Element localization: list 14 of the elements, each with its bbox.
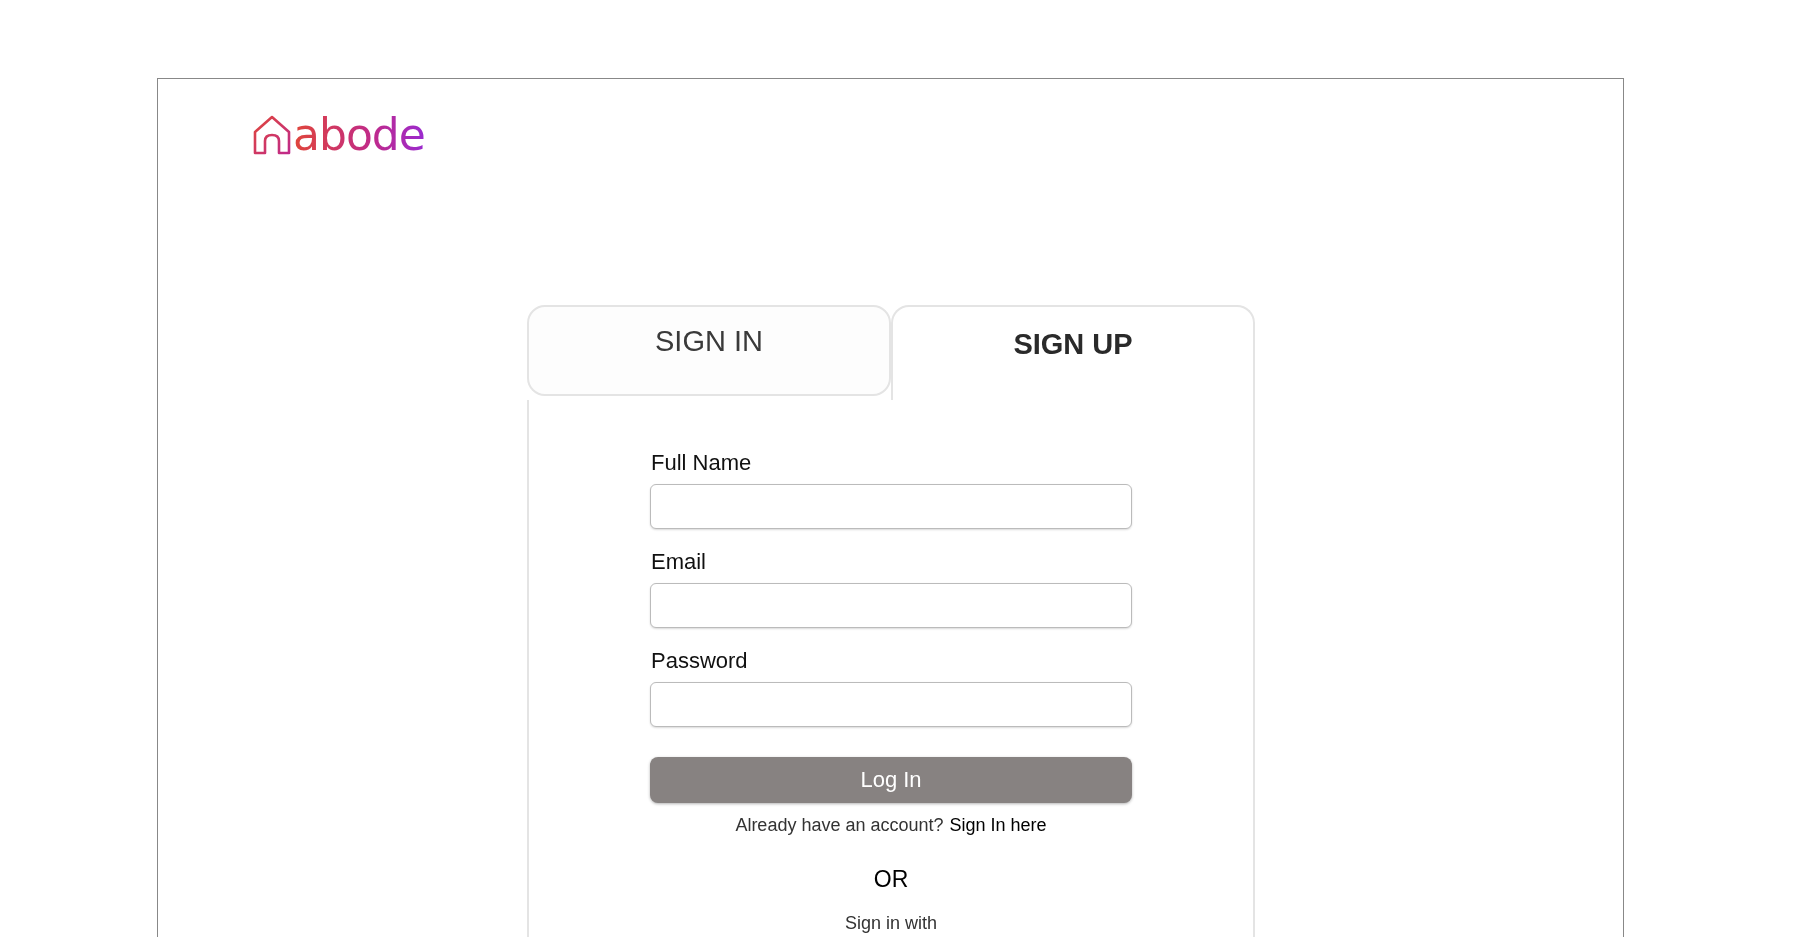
- field-label: Full Name: [650, 450, 753, 476]
- house-icon: [253, 115, 291, 155]
- input-field[interactable]: [650, 682, 1132, 727]
- sign-in-link[interactable]: Sign In here: [949, 815, 1047, 836]
- or-divider-text: OR: [873, 866, 909, 893]
- tab[interactable]: SIGN IN: [527, 305, 891, 396]
- field-label: Password: [650, 648, 749, 674]
- tab[interactable]: SIGN UP: [891, 305, 1255, 400]
- input-field[interactable]: [650, 484, 1132, 529]
- field-label: Email: [650, 549, 707, 575]
- social-prompt: Sign in with: [844, 913, 938, 934]
- account-prompt: Already have an account?: [735, 815, 944, 836]
- input-field[interactable]: [650, 583, 1132, 628]
- login-button[interactable]: Log In: [650, 757, 1132, 803]
